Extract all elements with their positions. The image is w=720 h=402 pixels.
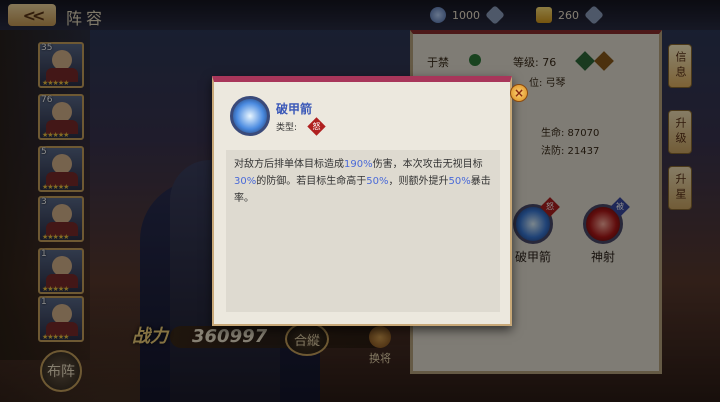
skill-pojiajian-icon <box>230 96 270 136</box>
desc-highlight: 30% <box>234 176 257 187</box>
desc-highlight: 50% <box>448 176 471 187</box>
tooltip-type-label: 类型: <box>276 123 298 133</box>
desc-text: 对敌方后排单体目标造成 <box>234 159 344 170</box>
desc-text: ，则额外提升 <box>388 176 449 187</box>
skill-tooltip: 破甲箭 类型: 怒 对敌方后排单体目标造成190%伤害，本次攻击无视目标 30%的… <box>212 76 512 326</box>
rage-type-text: 怒 <box>312 122 321 131</box>
close-tooltip-button[interactable]: × <box>510 84 528 102</box>
desc-text: 的防御。若目标生命高于 <box>256 176 367 187</box>
tooltip-description-box: 对敌方后排单体目标造成190%伤害，本次攻击无视目标 30%的防御。若目标生命高于… <box>226 150 500 312</box>
tooltip-description: 对敌方后排单体目标造成190%伤害，本次攻击无视目标 30%的防御。若目标生命高于… <box>234 156 492 207</box>
desc-text: 伤害，本次攻击无视目标 <box>372 159 483 170</box>
tooltip-skill-title: 破甲箭 <box>276 102 313 116</box>
desc-highlight: 50% <box>366 176 389 187</box>
desc-highlight: 190% <box>344 159 373 170</box>
rage-type-badge: 怒 <box>307 117 326 136</box>
game-scene: << 阵容 1000 260 35 ★★★★★ 76 ★★★★★ 5 ★★★★★ <box>0 0 720 402</box>
